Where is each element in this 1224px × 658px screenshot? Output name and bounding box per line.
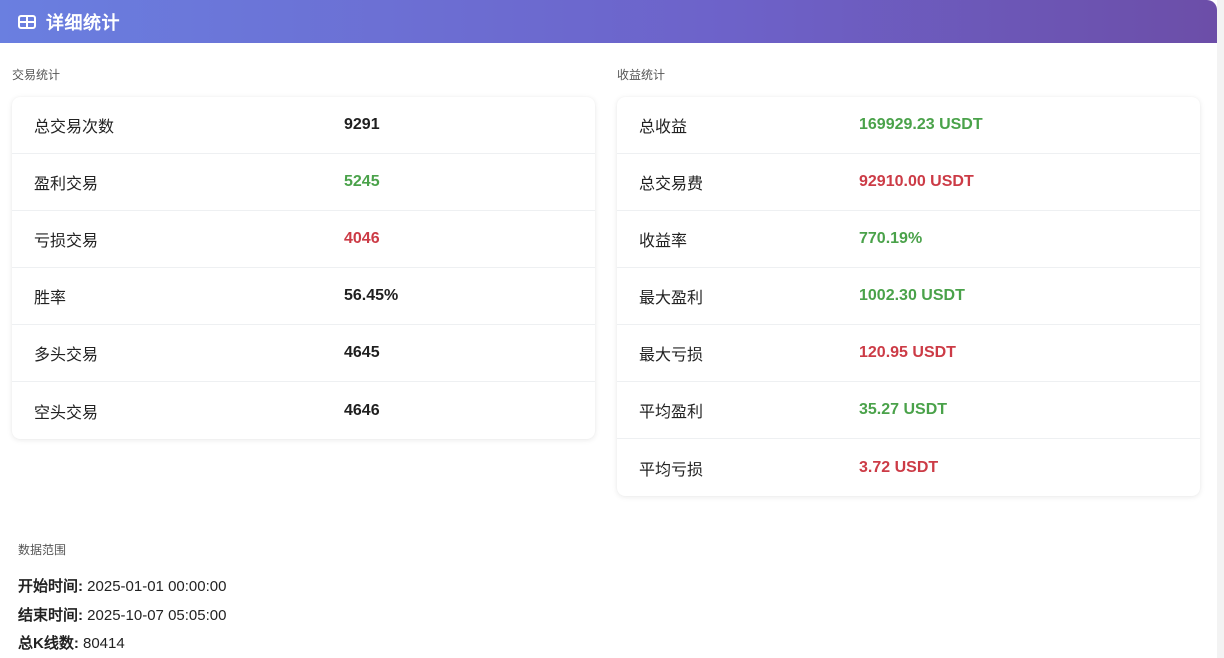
stat-row: 收益率 770.19%: [617, 211, 1200, 268]
table-icon: [18, 14, 36, 29]
stat-value: 9291: [344, 116, 380, 133]
stat-key: 总交易费: [639, 176, 704, 193]
data-range-label: 数据范围: [18, 543, 67, 557]
stat-key: 最大亏损: [639, 347, 704, 364]
start-time: 开始时间: 2025-01-01 00:00:00: [18, 575, 226, 596]
stat-row: 总交易费 92910.00 USDT: [617, 154, 1200, 211]
stat-row: 总收益 169929.23 USDT: [617, 97, 1200, 154]
stat-value: 35.27 USDT: [859, 401, 948, 418]
stat-row: 多头交易 4645: [12, 325, 595, 382]
panel-header: 详细统计: [0, 0, 1217, 43]
scrollbar[interactable]: [1217, 0, 1224, 658]
stat-value: 770.19%: [859, 230, 923, 247]
start-time-value: 2025-01-01 00:00:00: [87, 578, 227, 595]
kline-count: 总K线数: 80414: [18, 632, 125, 653]
kline-count-value: 80414: [83, 635, 125, 652]
start-time-label: 开始时间:: [18, 578, 83, 595]
stat-value: 4645: [344, 344, 380, 361]
stat-row: 总交易次数 9291: [12, 97, 595, 154]
stat-key: 总交易次数: [34, 119, 115, 136]
stat-value: 5245: [344, 173, 380, 190]
stat-row: 最大亏损 120.95 USDT: [617, 325, 1200, 382]
kline-count-label: 总K线数:: [18, 635, 79, 652]
stat-key: 空头交易: [34, 404, 99, 422]
stat-key: 胜率: [34, 290, 67, 307]
trade-stats-label: 交易统计: [12, 68, 61, 82]
stat-row: 盈利交易 5245: [12, 154, 595, 211]
stat-value: 169929.23 USDT: [859, 116, 983, 133]
stat-value: 1002.30 USDT: [859, 287, 965, 304]
stat-value: 4646: [344, 401, 380, 419]
stat-key: 平均亏损: [639, 461, 704, 479]
end-time-value: 2025-10-07 05:05:00: [87, 607, 227, 624]
stat-value: 3.72 USDT: [859, 458, 939, 476]
stat-row: 亏损交易 4046: [12, 211, 595, 268]
stat-row: 空头交易 4646: [12, 382, 595, 439]
stat-row: 最大盈利 1002.30 USDT: [617, 268, 1200, 325]
profit-stats-card: 总收益 169929.23 USDT 总交易费 92910.00 USDT 收益率 770…: [617, 97, 1200, 496]
stat-value: 120.95 USDT: [859, 344, 956, 361]
trade-stats-card: 总交易次数 9291 盈利交易 5245 亏损交易 4046 胜率 56.45% 多头交易 464…: [12, 97, 595, 439]
stat-value: 56.45%: [344, 287, 399, 304]
end-time: 结束时间: 2025-10-07 05:05:00: [18, 604, 226, 625]
stat-value: 4046: [344, 230, 380, 247]
stat-row: 胜率 56.45%: [12, 268, 595, 325]
stat-key: 盈利交易: [34, 176, 99, 193]
stat-key: 收益率: [639, 233, 688, 250]
stat-value: 92910.00 USDT: [859, 173, 974, 190]
stat-key: 总收益: [639, 119, 688, 136]
end-time-label: 结束时间:: [18, 607, 83, 624]
stat-key: 平均盈利: [639, 404, 704, 421]
profit-stats-label: 收益统计: [617, 68, 666, 82]
panel-title: 详细统计: [46, 12, 120, 33]
stat-row: 平均盈利 35.27 USDT: [617, 382, 1200, 439]
stat-key: 亏损交易: [34, 233, 99, 250]
stat-key: 最大盈利: [639, 290, 704, 307]
stat-row: 平均亏损 3.72 USDT: [617, 439, 1200, 496]
stat-key: 多头交易: [34, 347, 99, 364]
